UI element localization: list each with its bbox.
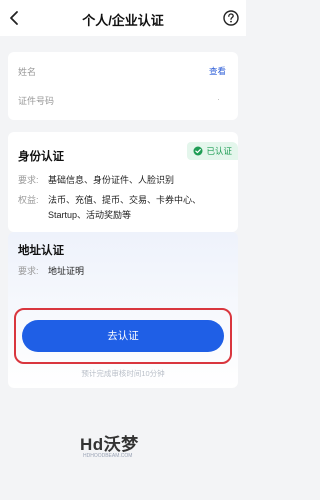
help-icon[interactable] (222, 9, 240, 27)
watermark-text: Hd沃梦 (80, 435, 139, 454)
address-card-title: 地址认证 (18, 245, 64, 257)
personal-info-card: 姓名 查看 证件号码 · (8, 52, 238, 120)
watermark-subtext: HDHOODBEAM.COM (83, 453, 133, 459)
name-row: 姓名 查看 (18, 65, 226, 79)
verified-badge: 已认证 (187, 142, 238, 160)
view-link[interactable]: 查看 (209, 65, 226, 77)
verified-badge-label: 已认证 (206, 146, 232, 156)
identity-card-title: 身份认证 (18, 151, 64, 163)
id-number-row: 证件号码 · (18, 94, 226, 108)
address-requirement-value: 地址证明 (48, 266, 85, 276)
page-title: 个人/企业认证 (82, 13, 164, 28)
go-verify-button[interactable]: 去认证 (22, 320, 224, 352)
requirement-value: 基础信息、身份证件、人脸识别 (48, 175, 175, 185)
rights-value: 法币、充值、提币、交易、卡券中心、Startup、活动奖励等 (48, 195, 202, 220)
review-time-hint: 预计完成审核时间10分钟 (81, 369, 165, 378)
requirement-label: 要求: (18, 175, 39, 185)
rights-label: 权益: (18, 195, 39, 205)
identity-verification-card: 身份认证 已认证 要求: 基础信息、身份证件、人脸识别 权益: 法币、充值、提币… (8, 132, 238, 232)
address-requirement-label: 要求: (18, 266, 39, 276)
id-number-label: 证件号码 (18, 96, 55, 106)
check-circle-icon (193, 146, 203, 156)
id-number-value: · (217, 94, 220, 104)
watermark-logo: Hd沃梦 HDHOODBEAM.COM (80, 430, 170, 470)
name-label: 姓名 (18, 67, 37, 77)
top-app-bar: 个人/企业认证 (0, 0, 246, 36)
